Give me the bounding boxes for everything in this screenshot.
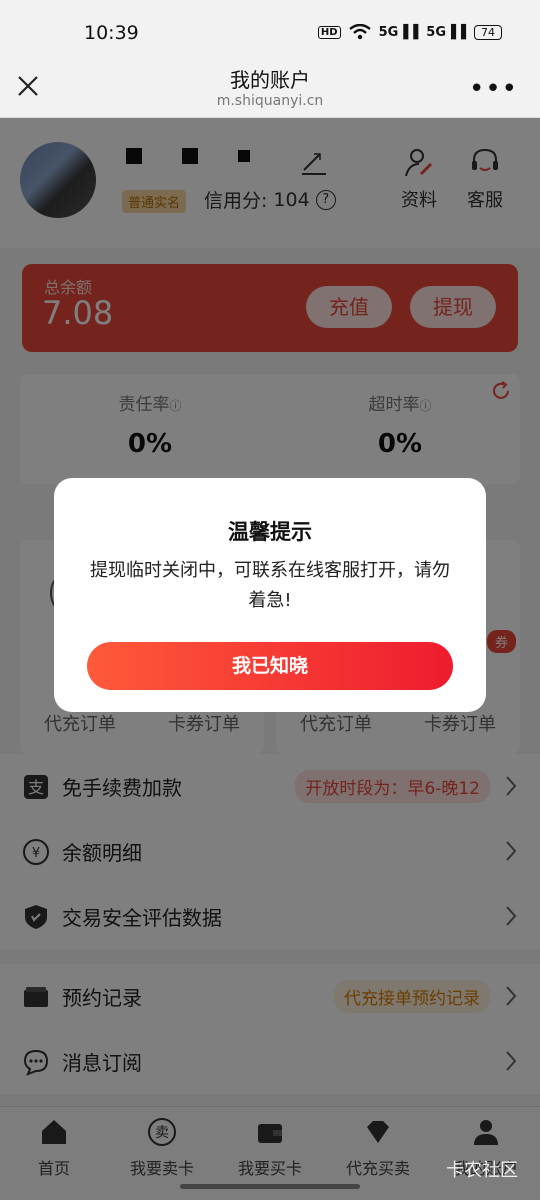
status-icons: HD 5G▐▐ 5G▐▐ 74	[317, 24, 502, 40]
status-time: 10:39	[84, 22, 139, 44]
notice-dialog: 温馨提示 提现临时关闭中，可联系在线客服打开，请勿着急! 我已知晓	[54, 478, 486, 712]
page-url: m.shiquanyi.cn	[216, 93, 324, 109]
more-icon[interactable]: •••	[469, 74, 518, 104]
home-indicator[interactable]	[180, 1184, 360, 1189]
hd-icon: HD	[317, 25, 341, 39]
dialog-title: 温馨提示	[228, 520, 312, 544]
acknowledge-button[interactable]: 我已知晓	[87, 642, 453, 690]
signal-icon-1: 5G▐▐	[378, 24, 419, 40]
status-bar: 10:39 HD 5G▐▐ 5G▐▐ 74	[0, 0, 540, 60]
nav-bar: 我的账户 m.shiquanyi.cn •••	[0, 60, 540, 118]
signal-icon-2: 5G▐▐	[426, 24, 466, 40]
page-title: 我的账户	[230, 68, 310, 92]
wifi-icon	[348, 24, 371, 40]
battery-icon: 74	[474, 24, 502, 40]
watermark: 卡农社区	[446, 1160, 518, 1181]
dialog-message: 提现临时关闭中，可联系在线客服打开，请勿着急!	[90, 560, 450, 611]
